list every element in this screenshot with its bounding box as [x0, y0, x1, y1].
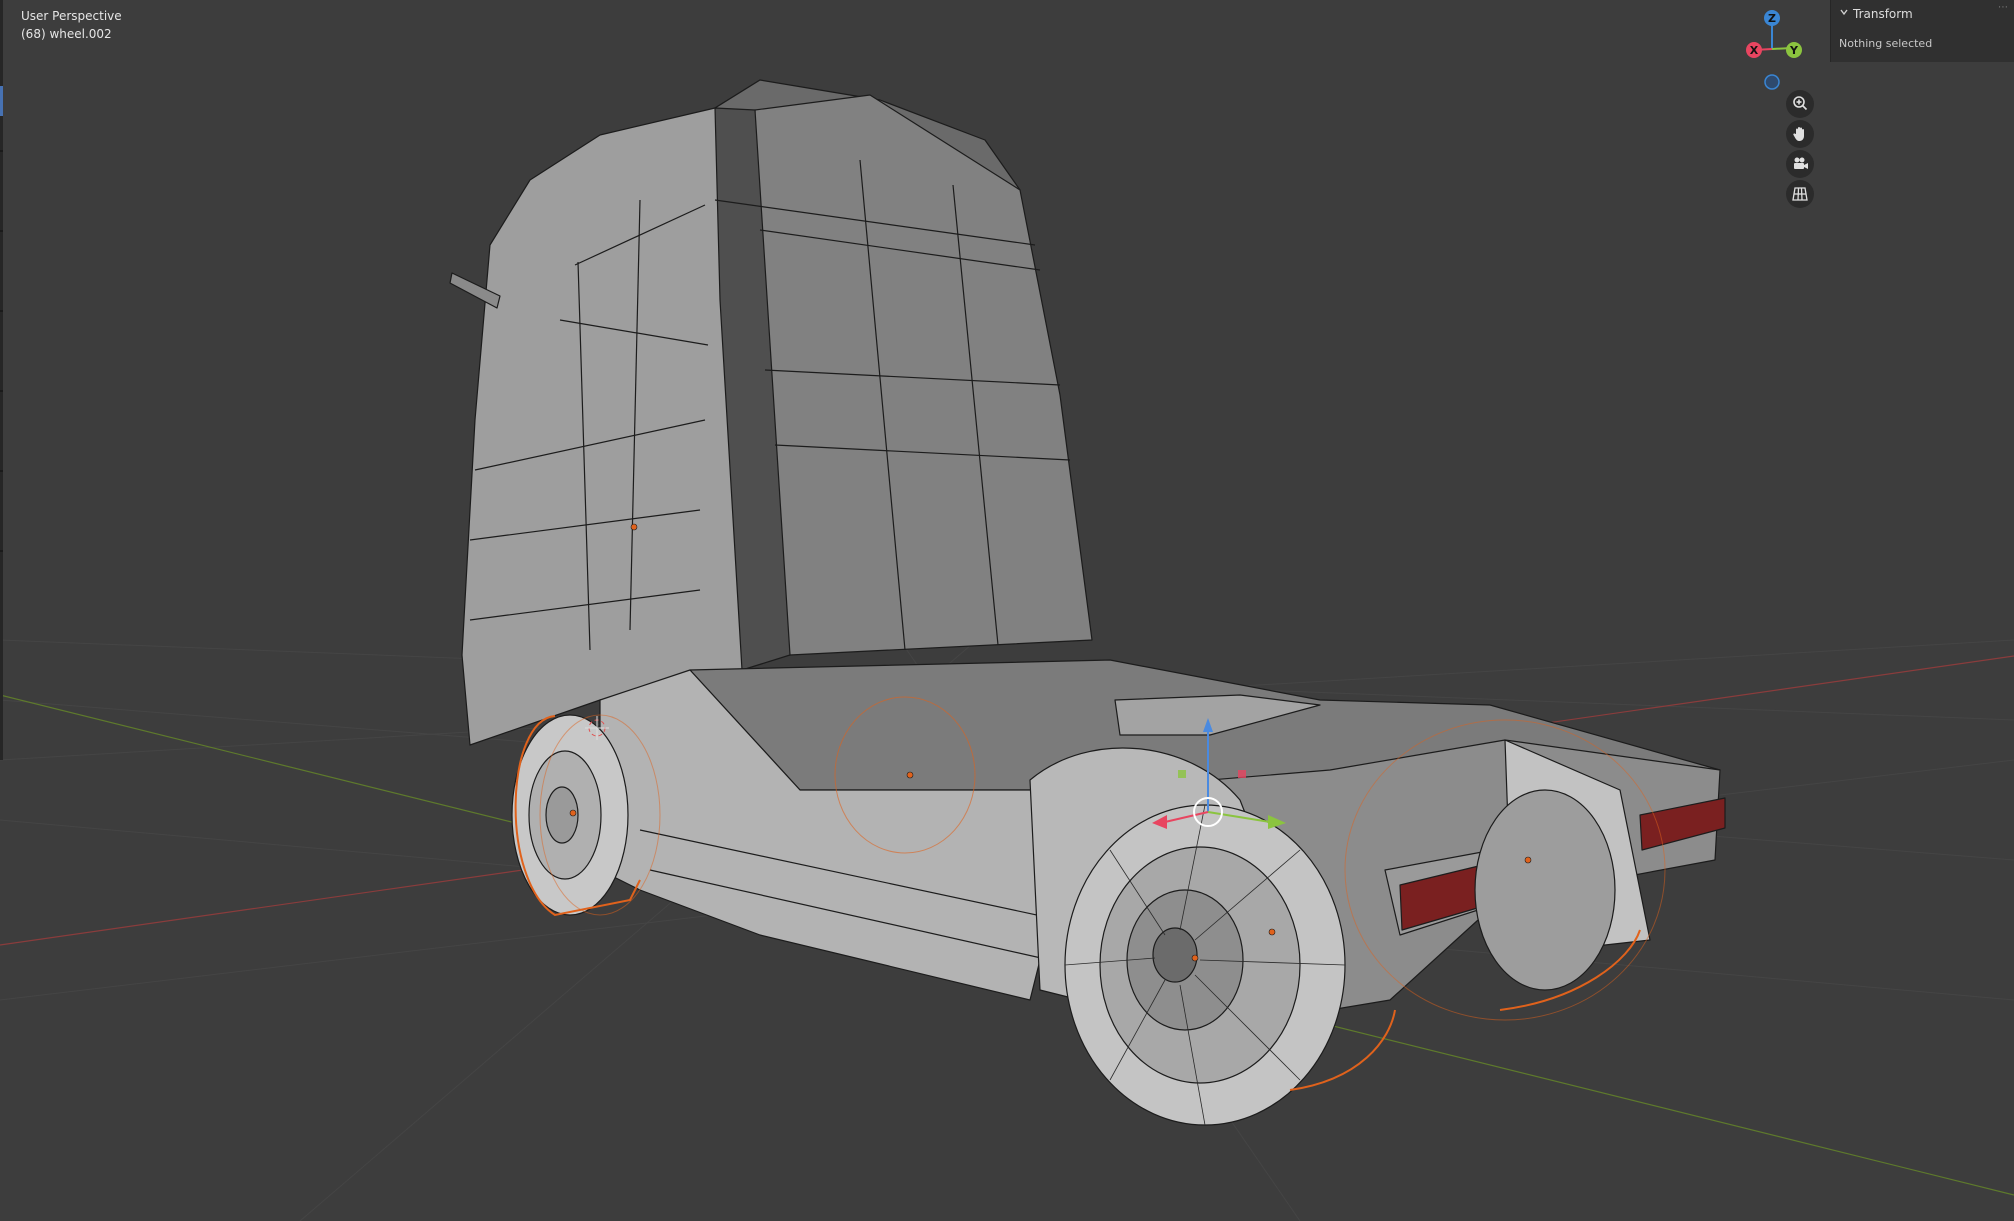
left-toolbar-strip[interactable] — [0, 0, 3, 760]
active-tool-indicator — [0, 86, 3, 116]
negative-z-axis-icon[interactable] — [1764, 74, 1780, 90]
navigation-gizmo[interactable]: Z X Y — [1740, 6, 1830, 96]
zoom-button[interactable] — [1786, 90, 1814, 118]
transform-panel-title: Transform — [1853, 7, 1913, 21]
zoom-icon — [1793, 96, 1808, 111]
3d-viewport[interactable]: User Perspective (68) wheel.002 Z X Y Tr… — [0, 0, 2014, 1221]
selection-status: Nothing selected — [1839, 37, 1933, 50]
toolbar-divider — [0, 470, 3, 472]
camera-icon — [1794, 157, 1808, 169]
hand-pan-icon — [1793, 127, 1804, 141]
sidebar-panel: Transform ⋯ Nothing selected — [1830, 0, 2014, 62]
scene-canvas[interactable] — [0, 0, 2014, 1221]
truck-mesh[interactable] — [449, 79, 1726, 1126]
cab-back — [741, 94, 1093, 656]
svg-text:Z: Z — [1768, 12, 1776, 25]
rear-wheel-hub — [1152, 927, 1198, 983]
active-object-label: (68) wheel.002 — [21, 27, 112, 41]
toolbar-divider — [0, 230, 3, 232]
toolbar-divider — [0, 150, 3, 152]
x-axis-icon[interactable]: X — [1746, 42, 1762, 58]
rear-wheel-2 — [1474, 789, 1616, 991]
chevron-down-icon — [1840, 9, 1848, 16]
z-axis-icon[interactable]: Z — [1764, 10, 1780, 26]
toolbar-divider — [0, 390, 3, 392]
svg-text:Y: Y — [1789, 44, 1799, 57]
view-name-label: User Perspective — [21, 9, 122, 23]
panel-drag-handle-icon[interactable]: ⋯ — [1998, 2, 2009, 13]
toolbar-divider — [0, 310, 3, 312]
toolbar-divider — [0, 550, 3, 552]
transform-panel-header[interactable]: Transform ⋯ — [1831, 0, 2014, 28]
ortho-toggle-button[interactable] — [1786, 180, 1814, 208]
y-axis-icon[interactable]: Y — [1786, 42, 1802, 58]
camera-view-button[interactable] — [1786, 150, 1814, 178]
grid-ortho-icon — [1792, 187, 1808, 201]
pan-button[interactable] — [1786, 120, 1814, 148]
svg-text:X: X — [1750, 44, 1759, 57]
